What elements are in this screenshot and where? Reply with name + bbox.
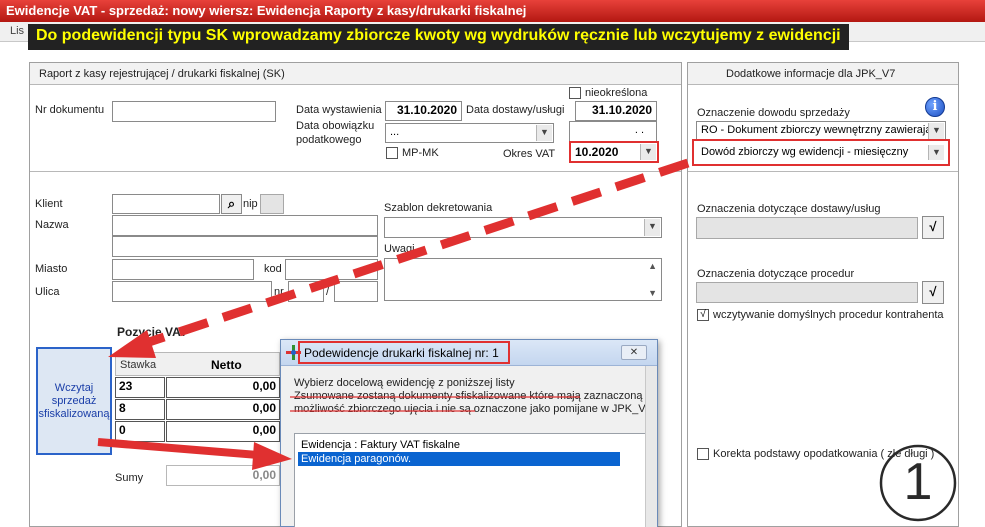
- annotation-solid-arrow-line: [97, 438, 259, 459]
- annotation-dashed-arrow-line: [138, 158, 690, 350]
- step-number: 1: [903, 453, 933, 511]
- annotation-overlay: [97, 158, 957, 522]
- annotation-dashed-arrow-head: [108, 330, 156, 358]
- annotation-solid-arrow-head: [252, 442, 292, 470]
